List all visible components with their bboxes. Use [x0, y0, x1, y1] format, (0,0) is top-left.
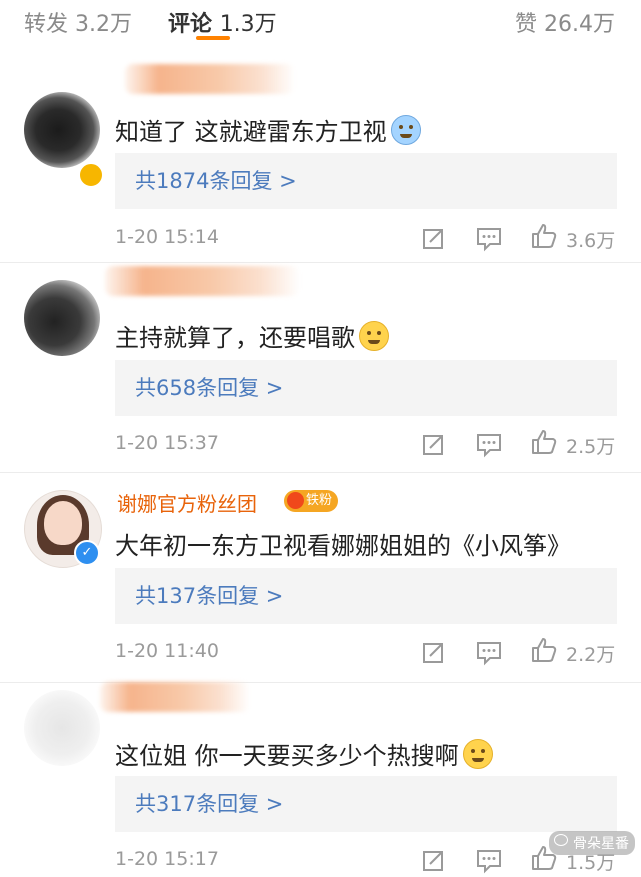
tab-repost[interactable]: 转发 3.2万 — [24, 6, 132, 38]
comment-item: 主持就算了，还要唱歌 共658条回复 > 1-20 15:37 2.5万 — [0, 262, 641, 472]
comment-text: 知道了 这就避雷东方卫视 — [115, 112, 421, 147]
replies-link[interactable]: 共1874条回复 > — [115, 153, 617, 209]
repost-icon[interactable] — [420, 846, 448, 874]
comment-time: 1-20 15:37 — [115, 432, 219, 454]
tab-repost-count: 3.2万 — [75, 12, 133, 37]
covering-mouth-emoji — [359, 321, 389, 351]
like-count: 2.2万 — [566, 644, 616, 666]
tab-repost-label: 转发 — [24, 12, 69, 37]
tab-comment[interactable]: 评论 1.3万 — [168, 6, 277, 38]
comment-icon[interactable] — [475, 846, 503, 874]
comment-item: 这位姐 你一天要买多少个热搜啊 共317条回复 > 1-20 15:17 1.5… — [0, 682, 641, 877]
tab-like-label: 赞 — [514, 12, 537, 37]
active-tab-indicator — [196, 36, 230, 40]
avatar[interactable] — [24, 92, 100, 168]
like-icon[interactable] — [530, 636, 558, 664]
sweat-smile-emoji — [462, 739, 493, 769]
tab-comment-label: 评论 — [168, 12, 213, 37]
replies-link[interactable]: 共658条回复 > — [115, 360, 617, 416]
comment-icon[interactable] — [475, 224, 503, 252]
comment-text: 这位姐 你一天要买多少个热搜啊 — [115, 736, 493, 771]
comment-icon[interactable] — [475, 430, 503, 458]
comment-time: 1-20 15:14 — [115, 226, 219, 248]
crying-face-emoji — [390, 115, 421, 145]
repost-icon[interactable] — [420, 430, 448, 458]
tab-bar: 转发 3.2万 评论 1.3万 赞 26.4万 — [0, 0, 641, 44]
username[interactable] — [100, 682, 250, 712]
comment-text: 大年初一东方卫视看娜娜姐姐的《小风筝》 — [115, 532, 571, 560]
username[interactable]: 谢娜官方粉丝团 — [117, 488, 257, 517]
verified-icon: ✓ — [74, 540, 100, 566]
like-count: 2.5万 — [566, 436, 616, 458]
tab-like[interactable]: 赞 26.4万 — [515, 6, 615, 38]
avatar[interactable] — [24, 280, 100, 356]
comment-icon[interactable] — [475, 638, 503, 666]
like-count: 3.6万 — [566, 230, 616, 252]
comment-text: 主持就算了，还要唱歌 — [115, 318, 389, 353]
avatar[interactable] — [24, 690, 100, 766]
replies-link[interactable]: 共317条回复 > — [115, 776, 617, 832]
repost-icon[interactable] — [420, 224, 448, 252]
comment-time: 1-20 15:17 — [115, 848, 219, 870]
comment-item: ✓ 谢娜官方粉丝团 铁粉 大年初一东方卫视看娜娜姐姐的《小风筝》 共137条回复… — [0, 472, 641, 682]
tab-comment-count: 1.3万 — [219, 12, 277, 37]
username[interactable] — [105, 266, 300, 296]
comment-item: 知道了 这就避雷东方卫视 共1874条回复 > 1-20 15:14 3.6万 — [0, 44, 641, 254]
like-icon[interactable] — [530, 222, 558, 250]
member-badge-icon — [78, 162, 104, 188]
username[interactable] — [125, 64, 295, 94]
fan-badge: 铁粉 — [284, 490, 339, 512]
tab-like-count: 26.4万 — [544, 12, 615, 37]
repost-icon[interactable] — [420, 638, 448, 666]
replies-link[interactable]: 共137条回复 > — [115, 568, 617, 624]
crown-icon — [287, 492, 304, 509]
watermark: 骨朵星番 — [549, 831, 635, 855]
wechat-icon — [554, 834, 568, 846]
comment-time: 1-20 11:40 — [115, 640, 219, 662]
like-icon[interactable] — [530, 428, 558, 456]
